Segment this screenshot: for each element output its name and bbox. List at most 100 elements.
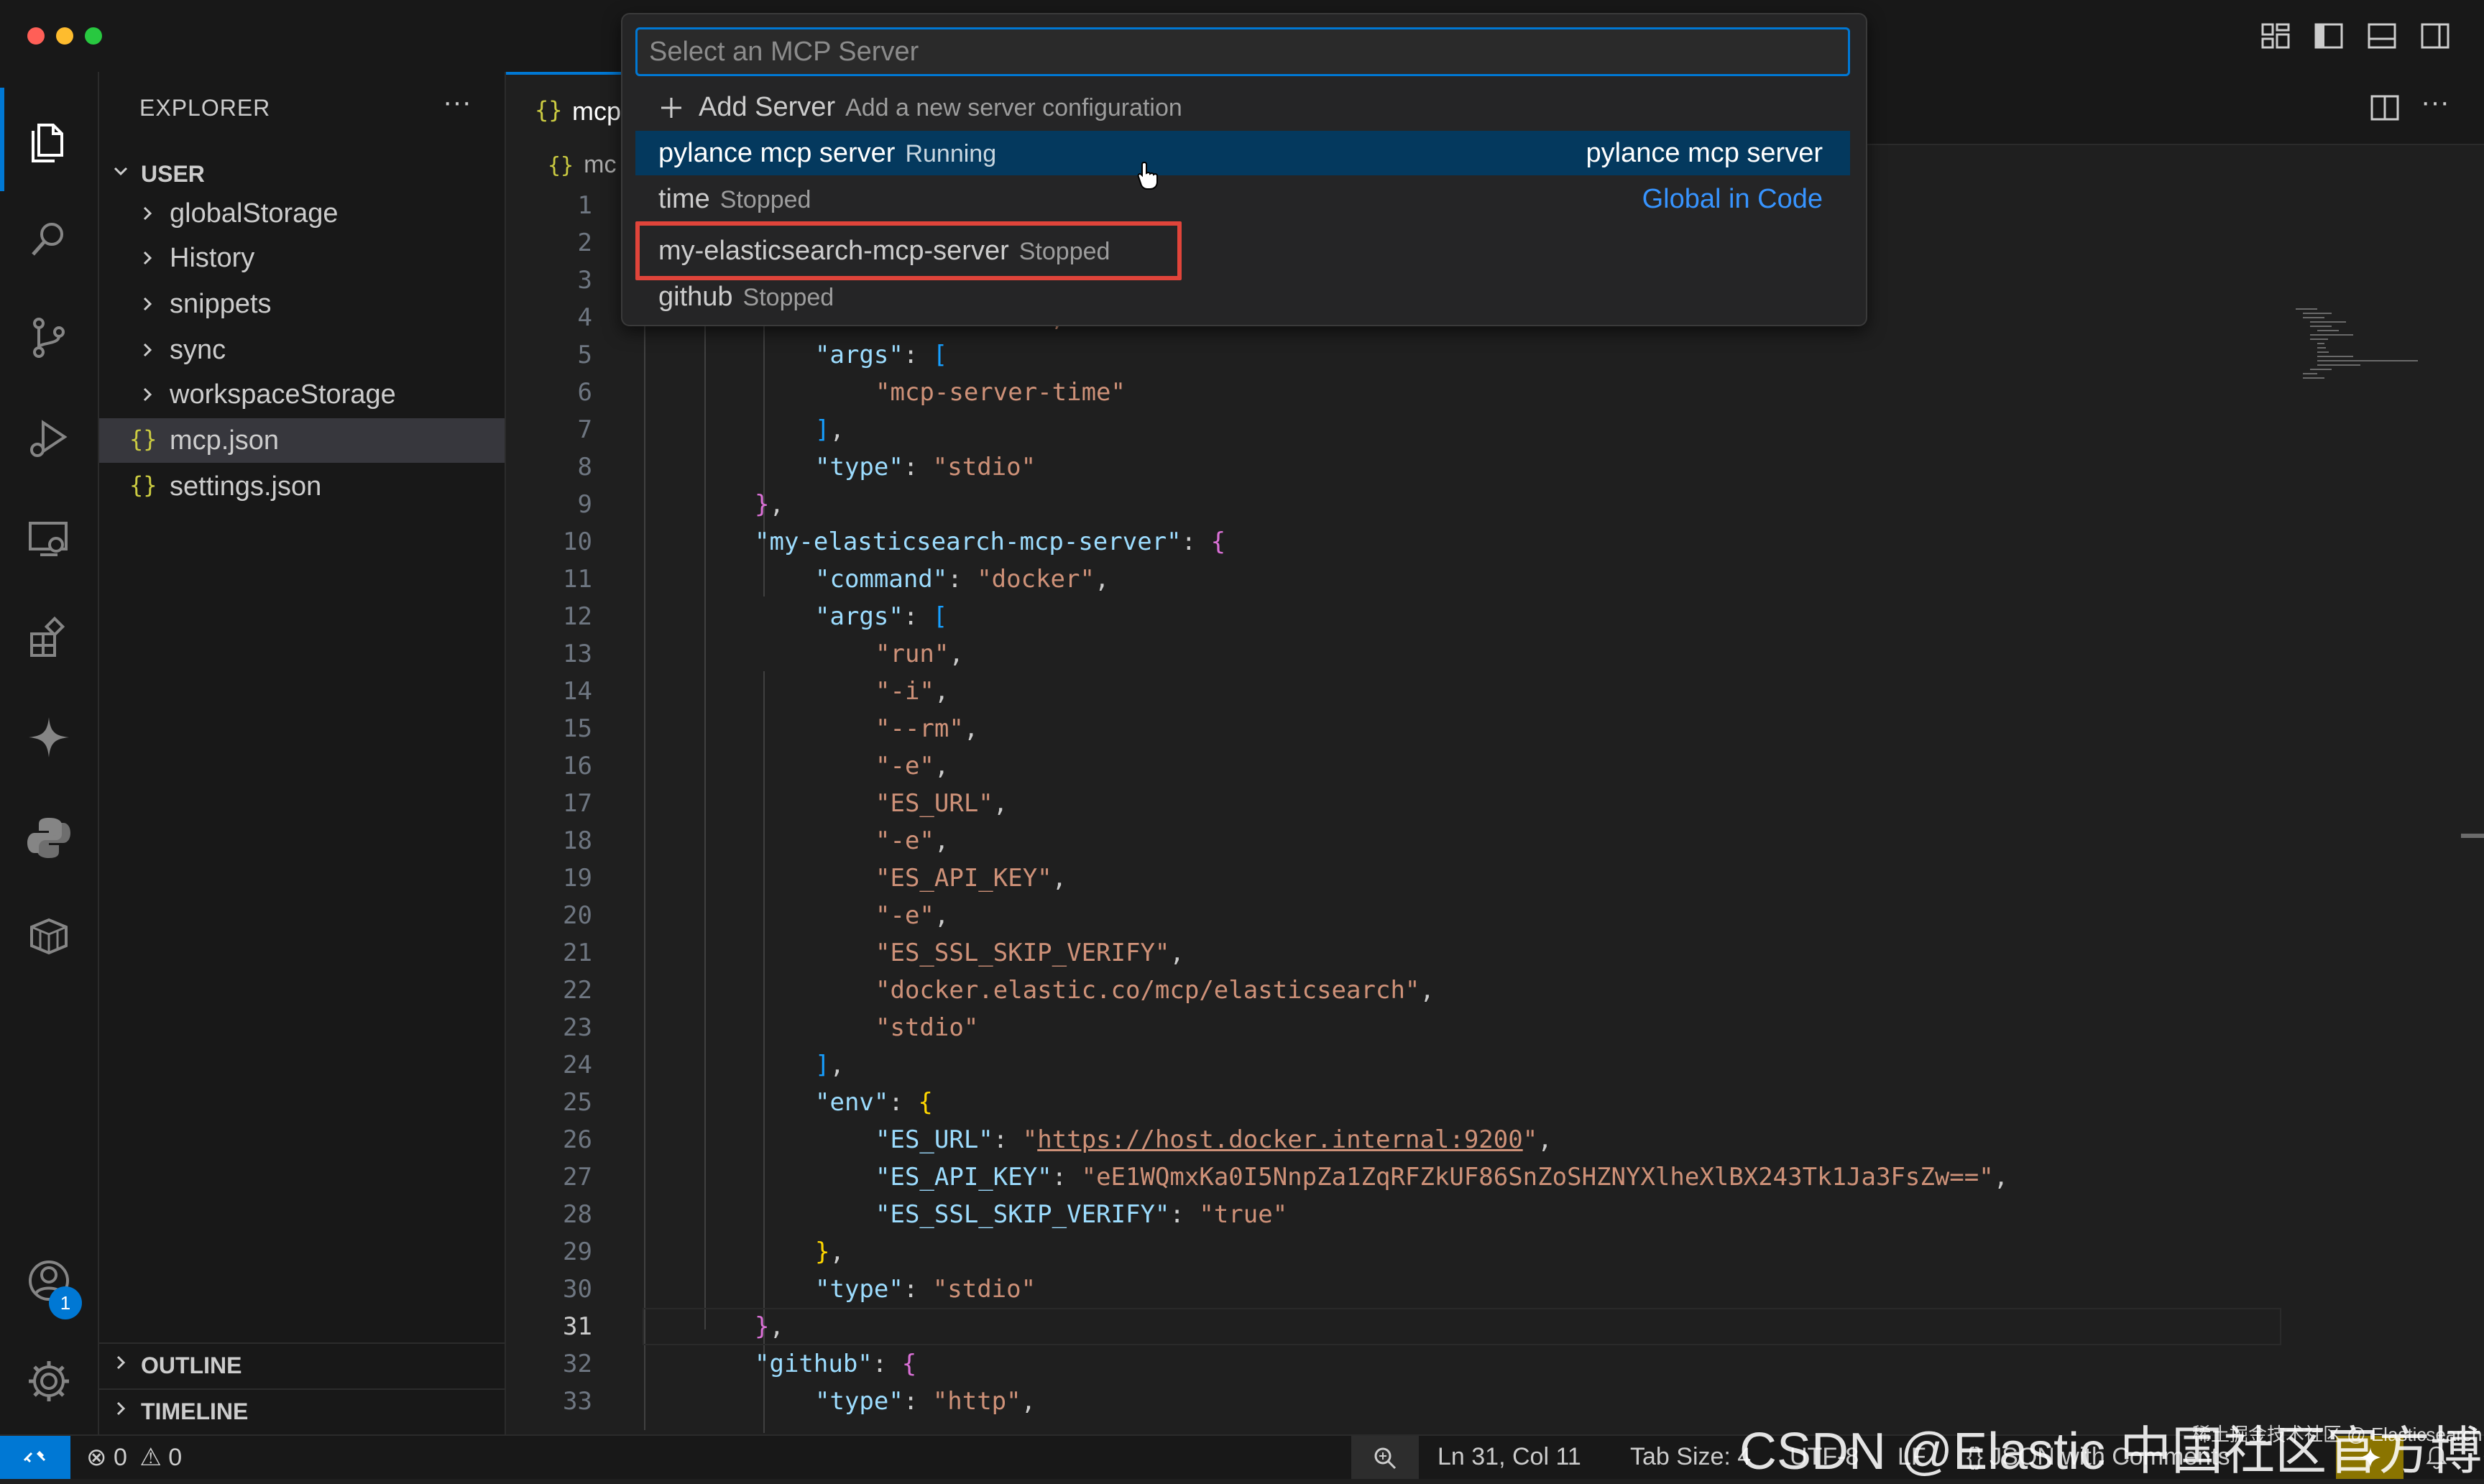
files-icon[interactable] [23,115,75,167]
tree-item-label: mcp.json [170,425,280,456]
line-number-current: 31 [563,1312,592,1341]
close-window-button[interactable] [27,27,45,45]
line-number: 33 [563,1387,592,1416]
toggle-primary-sidebar-icon[interactable] [2312,19,2346,53]
add-server-label: Add Server [699,92,836,122]
section-label: OUTLINE [141,1352,242,1378]
line-number: 15 [563,714,592,743]
line-number: 30 [563,1275,592,1304]
cursor-position[interactable]: Ln 31, Col 11 [1438,1443,1581,1471]
tree-item-mcp-json[interactable]: {} mcp.json [99,418,505,463]
run-debug-icon[interactable] [23,413,75,464]
tree-item-label: workspaceStorage [170,379,396,410]
line-number: 2 [577,229,592,257]
zoom-indicator[interactable] [1351,1436,1419,1479]
json-string: "stdio" [932,1275,1036,1304]
json-key: "type" [815,1275,903,1304]
user-section-header[interactable]: USER [99,152,505,195]
line-number: 20 [563,901,592,930]
tree-item-workspacestorage[interactable]: workspaceStorage [99,372,505,417]
tree-item-globalstorage[interactable]: globalStorage [99,191,505,236]
global-in-code-link[interactable]: Global in Code [1642,184,1823,215]
tab-size[interactable]: Tab Size: 4 [1630,1443,1751,1471]
line-number: 10 [563,527,592,556]
source-control-icon[interactable] [23,312,75,364]
customize-layout-icon[interactable] [2258,19,2293,53]
remote-indicator[interactable] [0,1436,70,1479]
line-number: 19 [563,864,592,893]
scrollbar-indicator[interactable] [2461,834,2484,838]
line-number: 3 [577,266,592,295]
json-key: "args" [815,602,903,631]
json-key: "command" [815,565,948,594]
server-detail: pylance mcp server [1586,138,1823,168]
explorer-more-button[interactable]: ··· [443,86,472,119]
server-item-time[interactable]: time Stopped Global in Code [635,177,1850,221]
json-key: "github" [755,1350,873,1378]
python-icon[interactable] [23,812,75,864]
search-icon[interactable] [23,213,75,264]
remote-explorer-icon[interactable] [23,513,75,565]
json-file-icon: {} [535,96,563,124]
plus-icon [661,98,681,118]
json-string: "stdio" [875,1013,979,1042]
copilot-icon[interactable] [23,711,75,763]
extensions-icon[interactable] [23,612,75,664]
server-item-github[interactable]: github Stopped [635,275,1850,319]
server-name: github [658,282,733,312]
line-number: 6 [577,378,592,407]
breadcrumb-file: mc [584,151,617,178]
toggle-panel-icon[interactable] [2365,19,2399,53]
json-key: "type" [815,1387,903,1416]
warning-icon: ⚠ [139,1444,162,1471]
json-string: "true" [1199,1200,1288,1229]
add-server-item[interactable]: Add Server Add a new server configuration [635,85,1850,129]
server-name: time [658,184,710,214]
tree-item-settings-json[interactable]: {} settings.json [99,464,505,509]
line-number: 18 [563,826,592,855]
timeline-section-header[interactable]: TIMELINE [99,1388,505,1433]
editor-more-button[interactable]: ··· [2421,86,2450,119]
json-string: "mcp-server-time" [875,378,1126,407]
line-number: 1 [577,191,592,220]
outline-section-header[interactable]: OUTLINE [99,1342,505,1387]
explorer-title: EXPLORER [139,95,271,121]
toggle-secondary-sidebar-icon[interactable] [2418,19,2452,53]
breadcrumb[interactable]: {} mc [548,151,616,179]
line-number: 22 [563,976,592,1005]
containers-icon[interactable] [23,910,75,962]
tree-item-snippets[interactable]: snippets [99,282,505,326]
gear-icon[interactable] [23,1355,75,1407]
tree-item-history[interactable]: History [99,236,505,280]
json-string: "-e" [875,901,934,930]
json-key: "type" [815,453,903,481]
line-number: 21 [563,939,592,967]
json-string: "stdio" [932,453,1036,481]
code-editor[interactable]: 1 2 3 4"command": "uvx", 5"args": [ 6"mc… [506,187,2484,1433]
zoom-window-button[interactable] [85,27,102,45]
json-string: "http" [932,1387,1021,1416]
json-string: "-e" [875,752,934,780]
tab-mcp-json[interactable]: {} mcp [506,72,635,148]
minimize-window-button[interactable] [56,27,73,45]
minimap[interactable] [2288,302,2432,446]
line-number: 23 [563,1013,592,1042]
activity-bar: 1 [0,72,99,1434]
problems-indicator[interactable]: ⊗ 0 ⚠ 0 [86,1443,182,1472]
line-number: 9 [577,490,592,519]
line-number: 28 [563,1200,592,1229]
url-link[interactable]: https://host.docker.internal:9200 [1037,1125,1523,1154]
server-item-pylance[interactable]: pylance mcp server Running pylance mcp se… [635,131,1850,175]
tree-item-label: snippets [170,289,272,319]
line-number: 27 [563,1163,592,1192]
json-string: "ES_SSL_SKIP_VERIFY" [875,939,1170,967]
watermark-small: 稀土掘金技术社区 @ Elasticsearch [2192,1424,2483,1445]
tree-item-sync[interactable]: sync [99,328,505,372]
server-name: pylance mcp server [658,138,896,168]
chevron-right-icon [116,1355,126,1370]
quick-pick-input[interactable] [635,27,1850,76]
json-file-icon: {} [548,153,574,178]
split-editor-icon[interactable] [2368,91,2402,125]
account-badge: 1 [49,1286,82,1319]
line-number: 5 [577,341,592,369]
